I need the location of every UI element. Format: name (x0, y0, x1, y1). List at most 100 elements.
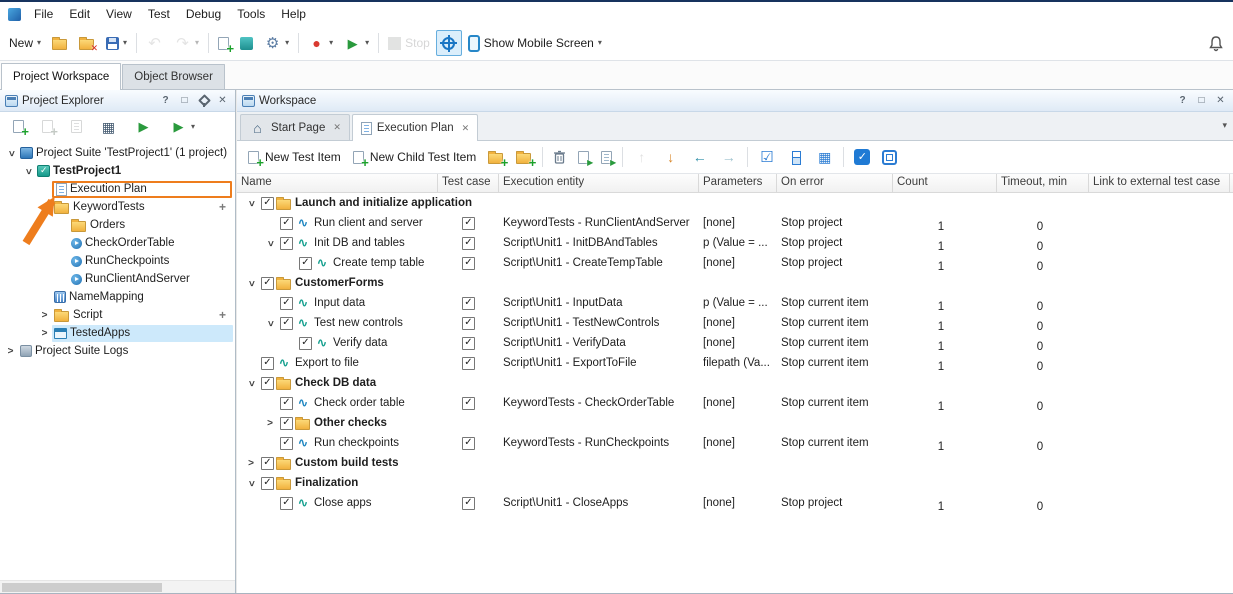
pe-add-new-item-button[interactable] (8, 116, 29, 137)
expand-toggle[interactable] (37, 200, 52, 214)
cell-timeout[interactable]: 0 (999, 293, 1091, 313)
run-focused-button[interactable] (596, 147, 617, 168)
tree-item-testedapps[interactable]: TestedApps (0, 324, 235, 342)
expand-toggle[interactable] (37, 326, 52, 340)
tree-item-testproject1[interactable]: TestProject1 (0, 162, 235, 180)
expand-toggle[interactable] (243, 456, 259, 470)
save-button[interactable]: ▾ (101, 33, 132, 54)
pin-icon[interactable] (196, 93, 211, 108)
cell-external-link[interactable] (1091, 433, 1232, 453)
doc-tab-start-page[interactable]: Start Page✕ (240, 114, 350, 140)
test-item-row-init-db-and-tables[interactable]: Init DB and tablesScript\Unit1 - InitDBA… (237, 233, 1233, 253)
cell-count[interactable]: 1 (894, 293, 998, 313)
cell-execution-entity[interactable]: Script\Unit1 - CreateTempTable (499, 253, 699, 273)
test-case-checkbox[interactable] (462, 397, 475, 410)
cell-external-link[interactable] (1091, 353, 1232, 373)
enabled-checkbox[interactable] (261, 377, 274, 390)
unmark-test-case-button[interactable] (877, 146, 902, 169)
test-item-row-create-temp-table[interactable]: Create temp tableScript\Unit1 - CreateTe… (237, 253, 1233, 273)
cell-on-error[interactable]: Stop project (777, 253, 893, 273)
enabled-checkbox[interactable] (280, 497, 293, 510)
cell-execution-entity[interactable]: KeywordTests - RunClientAndServer (499, 213, 699, 233)
new-child-test-item-button[interactable]: New Child Test Item (348, 146, 481, 168)
cell-on-error[interactable]: Stop project (777, 213, 893, 233)
enabled-checkbox[interactable] (280, 217, 293, 230)
cell-execution-entity[interactable]: Script\Unit1 - ExportToFile (499, 353, 699, 373)
test-item-row-run-client-and-server[interactable]: Run client and serverKeywordTests - RunC… (237, 213, 1233, 233)
pe-run-project-button[interactable] (130, 114, 157, 139)
record-button[interactable]: ▾ (303, 31, 338, 56)
test-case-checkbox[interactable] (462, 217, 475, 230)
cell-parameters[interactable]: [none] (699, 493, 777, 513)
tree-item-script[interactable]: Script+ (0, 306, 235, 324)
menu-test[interactable]: Test (140, 4, 178, 24)
test-item-row-test-new-controls[interactable]: Test new controlsScript\Unit1 - TestNewC… (237, 313, 1233, 333)
check-all-button[interactable] (753, 145, 780, 170)
cell-count[interactable]: 1 (894, 233, 998, 253)
cell-count[interactable]: 1 (894, 333, 998, 353)
expand-toggle[interactable] (243, 376, 259, 390)
enabled-checkbox[interactable] (261, 277, 274, 290)
enabled-checkbox[interactable] (299, 257, 312, 270)
test-item-row-export-to-file[interactable]: Export to fileScript\Unit1 - ExportToFil… (237, 353, 1233, 373)
test-case-checkbox[interactable] (462, 237, 475, 250)
cell-timeout[interactable]: 0 (999, 253, 1091, 273)
test-item-row-verify-data[interactable]: Verify dataScript\Unit1 - VerifyData[non… (237, 333, 1233, 353)
test-case-checkbox[interactable] (462, 357, 475, 370)
pe-organize-button[interactable] (95, 114, 122, 139)
help-icon[interactable]: ? (158, 93, 173, 108)
cell-execution-entity[interactable]: KeywordTests - CheckOrderTable (499, 393, 699, 413)
test-case-checkbox[interactable] (462, 497, 475, 510)
expand-toggle[interactable] (20, 164, 35, 178)
cell-parameters[interactable]: p (Value = ... (699, 233, 777, 253)
move-right-button[interactable] (715, 145, 742, 170)
expand-toggle[interactable] (262, 316, 278, 330)
cell-count[interactable]: 1 (894, 393, 998, 413)
close-icon[interactable]: ✕ (215, 93, 230, 108)
tree-item-execution-plan[interactable]: Execution Plan (0, 180, 235, 198)
test-item-row-input-data[interactable]: Input dataScript\Unit1 - InputDatap (Val… (237, 293, 1233, 313)
new-test-item-button[interactable]: New Test Item (243, 146, 346, 168)
tree-item-keywordtests[interactable]: KeywordTests+ (0, 198, 235, 216)
add-child-button[interactable]: + (219, 308, 226, 322)
move-down-button[interactable] (657, 145, 684, 170)
close-icon[interactable]: ✕ (1213, 93, 1228, 108)
enabled-checkbox[interactable] (280, 297, 293, 310)
test-case-checkbox[interactable] (462, 257, 475, 270)
test-item-row-close-apps[interactable]: Close appsScript\Unit1 - CloseApps[none]… (237, 493, 1233, 513)
test-item-row-check-order-table[interactable]: Check order tableKeywordTests - CheckOrd… (237, 393, 1233, 413)
close-icon[interactable]: ✕ (462, 123, 470, 134)
new-group-button[interactable] (483, 147, 509, 168)
expand-toggle[interactable] (37, 308, 52, 322)
cell-on-error[interactable]: Stop current item (777, 393, 893, 413)
cell-timeout[interactable]: 0 (999, 353, 1091, 373)
check-children-button[interactable] (782, 145, 809, 170)
delete-button[interactable] (548, 146, 571, 168)
cell-timeout[interactable]: 0 (999, 493, 1091, 513)
cell-count[interactable]: 1 (894, 213, 998, 233)
organize-button[interactable]: ▾ (259, 31, 294, 56)
cell-external-link[interactable] (1091, 233, 1232, 253)
group-row-customerforms[interactable]: CustomerForms (237, 273, 1233, 293)
menu-file[interactable]: File (26, 4, 61, 24)
tab-object-browser[interactable]: Object Browser (122, 64, 225, 89)
add-new-item-button[interactable] (213, 33, 234, 54)
cell-count[interactable]: 1 (894, 253, 998, 273)
cell-timeout[interactable]: 0 (999, 233, 1091, 253)
dock-icon[interactable]: □ (177, 93, 192, 108)
help-icon[interactable]: ? (1175, 93, 1190, 108)
tree-item-namemapping[interactable]: NameMapping (0, 288, 235, 306)
cell-timeout[interactable]: 0 (999, 333, 1091, 353)
enabled-checkbox[interactable] (280, 437, 293, 450)
cell-parameters[interactable]: [none] (699, 313, 777, 333)
menu-debug[interactable]: Debug (178, 4, 229, 24)
enabled-checkbox[interactable] (299, 337, 312, 350)
cell-external-link[interactable] (1091, 293, 1232, 313)
close-icon[interactable]: ✕ (333, 122, 341, 133)
cell-count[interactable]: 1 (894, 353, 998, 373)
horizontal-scrollbar[interactable] (0, 580, 235, 593)
test-case-checkbox[interactable] (462, 317, 475, 330)
cell-count[interactable]: 1 (894, 433, 998, 453)
group-row-other-checks[interactable]: Other checks (237, 413, 1233, 433)
expand-toggle[interactable] (3, 146, 18, 160)
